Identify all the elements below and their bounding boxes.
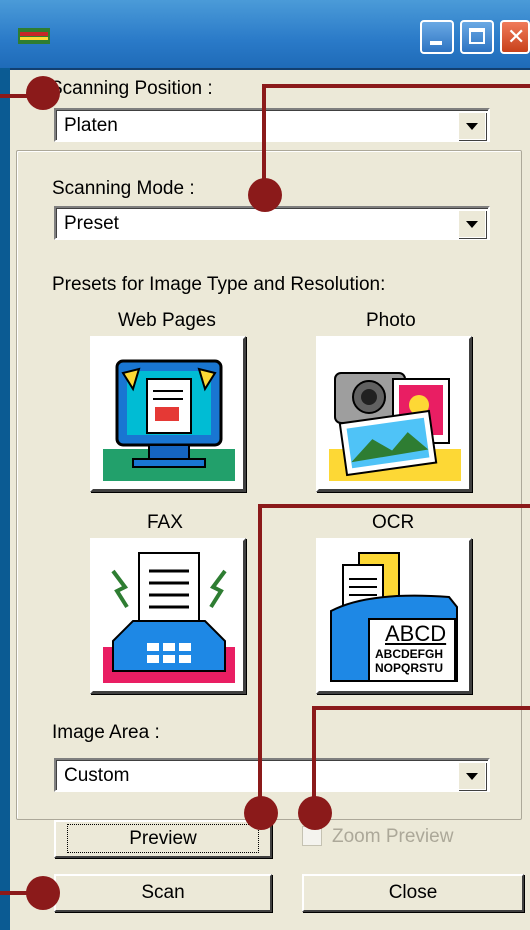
web-pages-preset-button[interactable] [90,336,246,492]
scanning-mode-select[interactable]: Preset [54,206,490,240]
preset-label-fax: FAX [147,512,183,533]
web-pages-icon [103,359,235,481]
preset-label-web-pages: Web Pages [118,310,216,331]
callout-marker-scanning-mode [248,178,282,212]
preview-button[interactable]: Preview [54,820,272,858]
scan-button[interactable]: Scan [54,874,272,912]
ocr-sample-big: ABCD [385,621,447,646]
preset-label-photo: Photo [366,310,416,331]
presets-heading: Presets for Image Type and Resolution: [52,274,386,295]
callout-marker-scanning-position [26,76,60,110]
fax-icon [103,552,235,683]
zoom-preview-label: Zoom Preview [332,826,454,847]
chevron-down-icon[interactable] [458,112,486,140]
callout-marker-preview [244,796,278,830]
scan-button-label: Scan [141,882,185,903]
chevron-down-icon[interactable] [458,762,486,790]
close-window-button[interactable] [500,20,530,54]
image-area-select[interactable]: Custom [54,758,490,792]
preview-button-label: Preview [67,824,259,853]
title-bar [0,0,530,70]
scanning-position-value: Platen [64,115,118,136]
scanning-mode-value: Preset [64,213,119,234]
callout-marker-zoom-preview [298,796,332,830]
scanning-position-label: Scanning Position : [50,78,213,99]
callout-line-preview-h [258,504,530,508]
callout-line-zoom-h [312,706,530,710]
close-button[interactable]: Close [302,874,524,912]
image-area-value: Custom [64,765,130,786]
scanning-position-select[interactable]: Platen [54,108,490,142]
app-icon [18,28,50,44]
close-button-label: Close [388,882,438,903]
preset-label-ocr: OCR [372,512,415,533]
scanning-mode-label: Scanning Mode : [52,178,195,199]
window-frame [0,68,10,930]
image-area-label: Image Area : [52,722,160,743]
chevron-down-icon[interactable] [458,210,486,238]
callout-line-scanning-mode-h [262,84,530,88]
callout-marker-scan [26,876,60,910]
ocr-preset-button[interactable]: ABCD ABCDEFGH NOPQRSTU [316,538,472,694]
photo-preset-button[interactable] [316,336,472,492]
ocr-sample-line2: NOPQRSTU [375,661,444,675]
photo-icon [329,372,461,481]
fax-preset-button[interactable] [90,538,246,694]
callout-line-preview-v [258,504,262,812]
ocr-sample-line1: ABCDEFGH [375,647,443,661]
minimize-button[interactable] [420,20,454,54]
maximize-button[interactable] [460,20,494,54]
